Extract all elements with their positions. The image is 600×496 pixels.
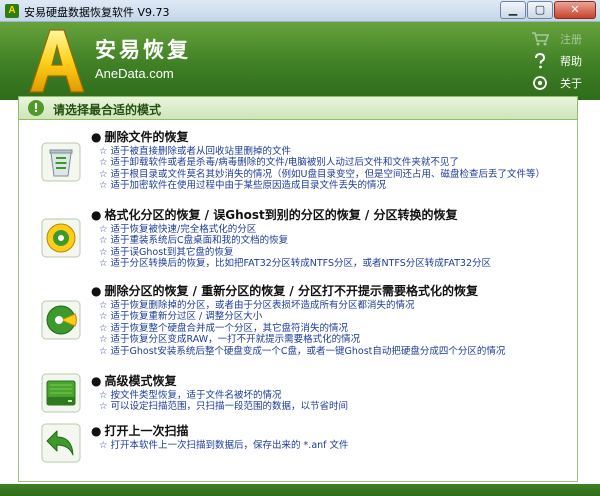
- close-button[interactable]: ✕: [554, 1, 596, 19]
- detail-line: ☆ 适于恢复被快速/完全格式化的分区: [99, 224, 257, 235]
- detail-line: ☆ 适于恢复整个硬盘合并成一个分区，其它盘符消失的情况: [99, 322, 349, 334]
- brand-url: AneData.com: [95, 66, 174, 81]
- brand-logo-icon: [29, 29, 85, 93]
- register-label: 注册: [560, 33, 582, 46]
- header-menu: 注册 帮助 关于: [530, 28, 590, 94]
- help-link[interactable]: 帮助: [530, 50, 590, 72]
- partition-icon: [41, 300, 81, 340]
- detail-line: ☆ 按文件类型恢复，适于文件名被坏的情况: [99, 390, 282, 401]
- window-title: 安易硬盘数据恢复软件 V9.73: [24, 6, 170, 19]
- detail-line: ☆ 打开本软件上一次扫描到数据后，保存出来的 *.anf 文件: [99, 440, 349, 451]
- detail-line: ☆ 适于重装系统后C盘桌面和我的文档的恢复: [99, 235, 289, 247]
- question-icon: [535, 53, 546, 69]
- option-advanced-mode[interactable]: ● 高级模式恢复 ☆ 按文件类型恢复，适于文件名被坏的情况 ☆ 可以设定扫描范围，只扫…: [19, 370, 577, 418]
- detail-line: ☆ 适于恢复分区变成RAW，一打不开就提示需要格式化的情况: [99, 334, 361, 346]
- window-title-bar: A 安易硬盘数据恢复软件 V9.73 ▁ ▢ ✕: [0, 0, 600, 22]
- minimize-button[interactable]: ▁: [500, 1, 526, 19]
- banner-text: 请选择最合适的模式: [53, 103, 162, 117]
- option-title: ● 打开上一次扫描: [91, 424, 189, 438]
- detail-line: ☆ 适于加密软件在使用过程中由于某些原因造成目录文件丢失的情况: [99, 180, 387, 192]
- option-open-last-scan[interactable]: ● 打开上一次扫描 ☆ 打开本软件上一次扫描到数据后，保存出来的 *.anf 文件: [19, 420, 577, 464]
- detail-line: ☆ 适于分区转换后的恢复，比如把FAT32分区转成NTFS分区，或者NTFS分区转…: [99, 258, 491, 270]
- bottom-bar: [0, 484, 600, 496]
- window-controls: ▁ ▢ ✕: [500, 1, 596, 19]
- option-details: ☆ 适于被直接删除或者从回收站里删掉的文件 ☆ 适于卸载软件或者是杀毒/病毒删除的文…: [99, 146, 545, 192]
- option-deleted-files[interactable]: ● 删除文件的恢复 ☆ 适于被直接删除或者从回收站里删掉的文件 ☆ 适于卸载软件或者是…: [19, 126, 577, 198]
- exclamation-icon: !: [28, 100, 44, 116]
- option-partition-recovery[interactable]: ● 删除分区的恢复 / 重新分区的恢复 / 分区打不开提示需要格式化的恢复 ☆ 适于…: [19, 280, 577, 362]
- help-label: 帮助: [560, 55, 582, 68]
- option-details: ☆ 适于恢复删除掉的分区，或者由于分区表损坏造成所有分区都消失的情况 ☆ 适于恢复重…: [99, 300, 505, 357]
- option-details: ☆ 打开本软件上一次扫描到数据后，保存出来的 *.anf 文件: [99, 440, 349, 451]
- option-title: ● 删除分区的恢复 / 重新分区的恢复 / 分区打不开提示需要格式化的恢复: [91, 284, 478, 298]
- about-label: 关于: [560, 77, 582, 90]
- cart-icon: [532, 32, 550, 46]
- detail-line: ☆ 适于恢复删除掉的分区，或者由于分区表损坏造成所有分区都消失的情况: [99, 300, 415, 311]
- option-title: ● 高级模式恢复: [91, 374, 177, 388]
- detail-line: ☆ 适于Ghost安装系统后整个硬盘变成一个C盘，或者一键Ghost自动把硬盘分成…: [99, 345, 506, 357]
- detail-line: ☆ 适于误Ghost到其它盘的恢复: [99, 246, 234, 258]
- detail-line: ☆ 适于卸载软件或者是杀毒/病毒删除的文件/电脑被别人动过后文件和文件夹就不见了: [99, 157, 459, 169]
- mode-banner: ! 请选择最合适的模式: [18, 96, 578, 120]
- disk-format-icon: [41, 218, 81, 258]
- about-link[interactable]: 关于: [530, 72, 590, 94]
- back-arrow-icon: [41, 423, 81, 463]
- recycle-bin-icon: [41, 142, 81, 182]
- detail-line: ☆ 适于被直接删除或者从回收站里删掉的文件: [99, 146, 292, 157]
- option-title: ● 删除文件的恢复: [91, 130, 189, 144]
- option-details: ☆ 按文件类型恢复，适于文件名被坏的情况 ☆ 可以设定扫描范围，只扫描一段范围的数据…: [99, 390, 348, 413]
- option-details: ☆ 适于恢复被快速/完全格式化的分区 ☆ 适于重装系统后C盘桌面和我的文档的恢复 ☆…: [99, 224, 491, 270]
- register-link[interactable]: 注册: [530, 28, 590, 50]
- detail-line: ☆ 适于恢复重新分过区 / 调整分区大小: [99, 311, 263, 323]
- app-header: 安易恢复 AneData.com 注册 帮助 关于: [0, 22, 600, 100]
- app-logo-icon: A: [5, 4, 19, 18]
- detail-line: ☆ 可以设定扫描范围，只扫描一段范围的数据，以节省时间: [99, 401, 349, 413]
- maximize-button[interactable]: ▢: [527, 1, 553, 19]
- detail-line: ☆ 适于根目录或文件莫名其妙消失的情况（例如U盘目录变空，但是空间还占用、磁盘检查…: [99, 168, 545, 180]
- hard-drive-icon: [41, 373, 81, 413]
- brand-title: 安易恢复: [95, 38, 191, 62]
- options-panel: ● 删除文件的恢复 ☆ 适于被直接删除或者从回收站里删掉的文件 ☆ 适于卸载软件或者是…: [18, 120, 578, 482]
- option-format-recovery[interactable]: ● 格式化分区的恢复 / 误Ghost到别的分区的恢复 / 分区转换的恢复 ☆ 适于…: [19, 204, 577, 276]
- info-circle-icon: [533, 76, 547, 90]
- option-title: ● 格式化分区的恢复 / 误Ghost到别的分区的恢复 / 分区转换的恢复: [91, 208, 458, 222]
